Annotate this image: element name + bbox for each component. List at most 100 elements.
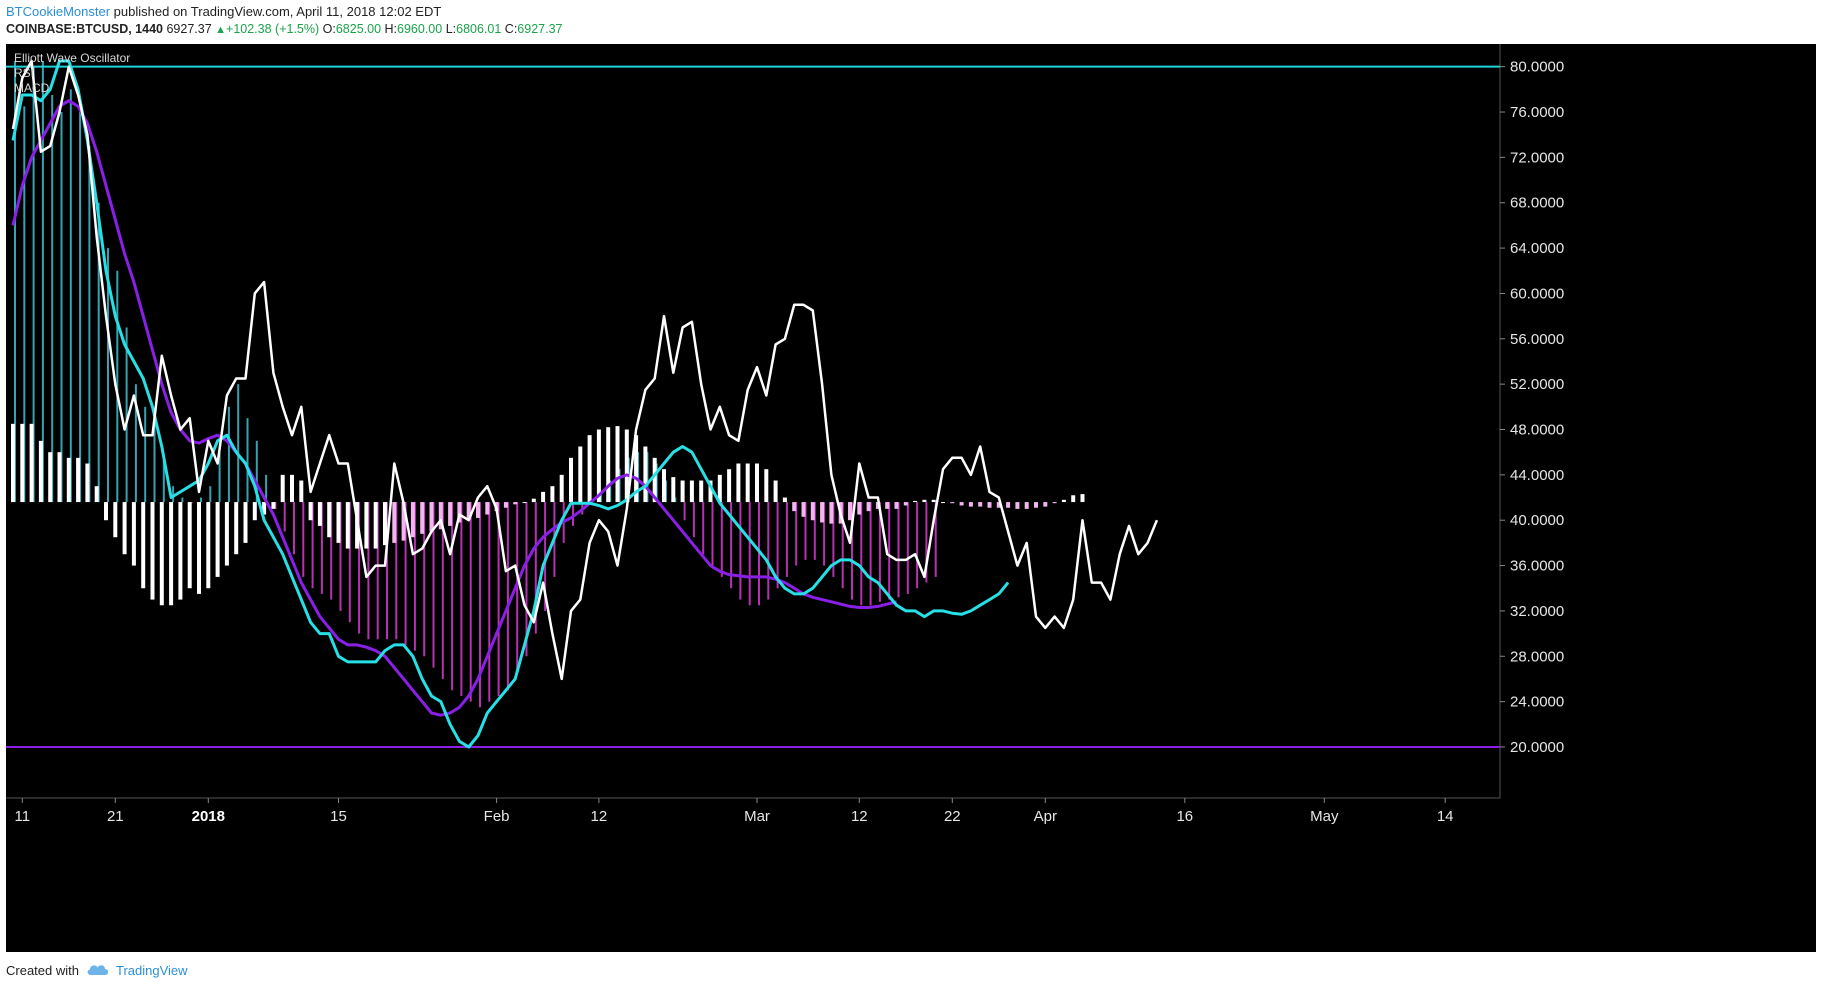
y-tick-label: 76.0000 [1510,104,1564,121]
ewo-bar [1071,495,1076,503]
macd-bar [60,112,63,503]
ewo-bar [206,502,211,589]
ewo-bar [299,480,304,503]
legend-item: MACD [14,81,50,95]
ewo-bar [1024,502,1029,509]
ewo-bar [829,502,834,524]
chart-panel[interactable]: 80.0000 76.0000 72.0000 68.0000 64.0000 60.00… [6,44,1816,952]
macd-bar [41,61,44,503]
ewo-bar [29,423,34,503]
ewo-bar [745,463,750,503]
y-tick-label: 48.0000 [1510,422,1564,439]
macd-bar [69,89,72,503]
ewo-bar [113,502,118,538]
macd-bar [79,112,82,503]
ewo-bar [913,500,918,503]
ewo-bar [885,502,890,509]
macd-bar [506,502,509,691]
x-tick-label: 16 [1176,808,1193,825]
ewo-bar [448,502,453,526]
ewo-bar [215,502,220,577]
ewo-bar [410,502,415,538]
ewo-bar [550,486,555,503]
footer: Created with TradingView [0,952,1822,988]
ewo-bar [317,502,322,526]
macd-bar [785,502,788,577]
macd-bar [488,502,491,702]
x-tick-label: 15 [330,808,347,825]
x-tick-label: May [1310,808,1339,825]
macd-bar [209,486,212,503]
ewo-bar [20,423,25,503]
macd-bar [144,406,147,503]
ewo-bar [810,502,815,521]
ewo-bar [773,480,778,503]
tradingview-cloud-icon [87,965,109,975]
macd-bar [302,502,305,577]
y-tick-label: 32.0000 [1510,603,1564,620]
ewo-bar [76,457,81,503]
y-tick-label: 20.0000 [1510,739,1564,756]
macd-bar [572,502,574,526]
x-tick-label: 12 [591,808,608,825]
ewo-bar [187,502,192,589]
macd-bar [702,502,705,555]
macd-bar [711,502,714,566]
ewo-bar [782,497,787,503]
ewo-bar [234,502,239,555]
ewo-bar [85,463,90,503]
ewo-bar [764,469,769,503]
ewo-bar [1006,502,1011,508]
macd-bar [125,327,128,503]
tradingview-link[interactable]: TradingView [116,963,188,978]
created-with-text: Created with [6,963,79,978]
author-link[interactable]: BTCookieMonster [6,4,110,19]
ewo-bar [48,452,53,503]
ewo-bar [792,502,797,512]
ewo-bar [392,502,397,543]
ewo-bar [224,502,229,566]
macd-bar [200,497,202,503]
ewo-bar [569,457,573,503]
ewo-bar [280,474,285,503]
macd-bar [460,502,463,696]
ewo-bar [689,480,694,503]
ewo-bar [364,502,369,549]
ewo-bar [271,502,276,509]
ewo-bar [559,474,564,503]
ewo-bar [252,502,257,521]
y-tick-label: 60.0000 [1510,285,1564,302]
ewo-bar [1052,502,1057,504]
macd-bar [720,502,723,577]
ewo-bar [848,502,852,521]
ewo-bar [680,480,685,503]
ewo-bar [596,429,601,503]
ewo-bar [1043,502,1048,507]
ewo-bar [197,502,201,594]
ewo-bar [420,502,425,534]
ewo-bar [959,502,964,506]
macd-bar [692,502,695,538]
macd-bar [916,502,919,589]
ewo-bar [1061,499,1066,503]
ewo-bar [801,502,806,517]
high-value: 6960.00 [397,22,443,36]
ewo-bar [345,502,350,549]
open-value: 6825.00 [335,22,382,36]
macd-bar [906,502,909,594]
y-tick-label: 64.0000 [1510,240,1564,257]
chart-svg[interactable]: 80.0000 76.0000 72.0000 68.0000 64.0000 60.00… [6,44,1816,952]
ewo-bar [922,499,927,503]
ewo-bar [662,469,666,503]
ewo-bar [513,502,518,505]
ewo-bar [736,463,741,503]
ewo-bar [820,502,825,523]
x-tick-label: 2018 [192,808,225,825]
ewo-bar [578,446,583,503]
y-tick-label: 24.0000 [1510,694,1564,711]
ewo-bar [987,502,992,508]
ewo-bar [336,502,341,543]
ewo-bar [485,502,490,515]
close-value: 6927.37 [517,22,563,36]
ewo-bar [699,480,704,503]
